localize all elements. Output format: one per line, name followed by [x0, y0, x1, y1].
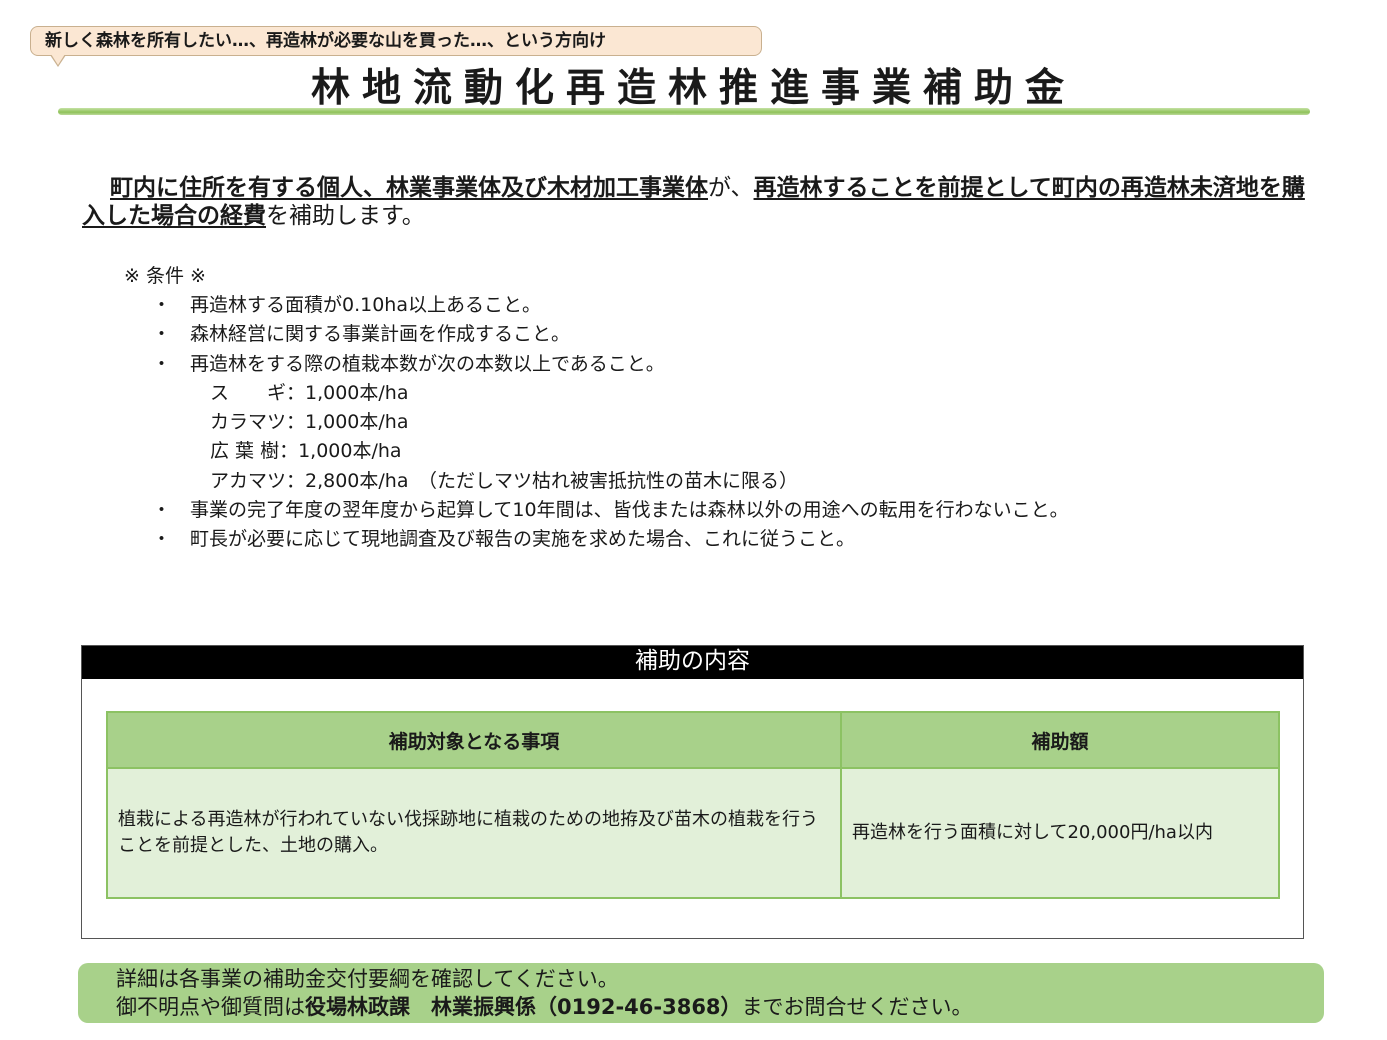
footer-contact-prefix: 御不明点や御質問は [116, 995, 305, 1019]
bullet-dot: ・ [152, 499, 172, 522]
species-text: アカマツ：2,800本/ha （ただしマツ枯れ被害抵抗性の苗木に限る） [210, 469, 798, 492]
table-header-row: 補助対象となる事項 補助額 [106, 711, 1280, 769]
bullet-dot: ・ [152, 294, 172, 316]
cell-amount: 再造林を行う面積に対して20,000円/ha以内 [840, 767, 1280, 899]
contact-office: 役場林政課 林業振興係（0192-46-3868） [305, 995, 742, 1019]
footer-line-details: 詳細は各事業の補助金交付要綱を確認してください。 [116, 967, 619, 991]
condition-text: 再造林する面積が0.10ha以上あること。 [190, 294, 541, 316]
condition-item: ・ 事業の完了年度の翌年度から起算して10年間は、皆伐または森林以外の用途への転… [124, 496, 1224, 525]
audience-callout: 新しく森林を所有したい…、再造林が必要な山を買った…、という方向け [30, 26, 762, 56]
footer-line-contact: 御不明点や御質問は役場林政課 林業振興係（0192-46-3868）までお問合せ… [78, 993, 1324, 1021]
cell-subject: 植栽による再造林が行われていない伐採跡地に植栽のための地拵及び苗木の植栽を行うこ… [106, 767, 842, 899]
condition-text: 町長が必要に応じて現地調査及び報告の実施を求めた場合、これに従うこと。 [190, 528, 856, 551]
conditions-section: ※ 条件 ※ ・ 再造林する面積が0.10ha以上あること。 ・ 森林経営に関す… [124, 262, 1224, 555]
intro-ending: を補助します。 [266, 203, 425, 229]
aid-content-panel: 補助の内容 補助対象となる事項 補助額 植栽による再造林が行われていない伐採跡地… [81, 645, 1304, 939]
contact-footer: 詳細は各事業の補助金交付要綱を確認してください。 御不明点や御質問は役場林政課 … [78, 963, 1324, 1023]
intro-paragraph: 町内に住所を有する個人、林業事業体及び木材加工事業体が、再造林することを前提とし… [82, 174, 1307, 230]
footer-contact-suffix: までお問合せください。 [741, 995, 973, 1019]
table-row: 植栽による再造林が行われていない伐採跡地に植栽のための地拵及び苗木の植栽を行うこ… [106, 767, 1280, 899]
condition-text: 事業の完了年度の翌年度から起算して10年間は、皆伐または森林以外の用途への転用を… [190, 499, 1069, 522]
species-requirement: ス ギ：1,000本/ha [124, 379, 1224, 408]
intro-connector: が、 [708, 175, 754, 201]
aid-table: 補助対象となる事項 補助額 植栽による再造林が行われていない伐採跡地に植栽のため… [106, 711, 1280, 899]
condition-item: ・ 町長が必要に応じて現地調査及び報告の実施を求めた場合、これに従うこと。 [124, 525, 1224, 554]
condition-text: 再造林をする際の植栽本数が次の本数以上であること。 [190, 352, 665, 375]
species-requirement: カラマツ：1,000本/ha [124, 408, 1224, 437]
condition-item: ・ 再造林する面積が0.10ha以上あること。 [124, 291, 1224, 320]
condition-text: 森林経営に関する事業計画を作成すること。 [190, 323, 571, 346]
bullet-dot: ・ [152, 528, 172, 551]
bullet-dot: ・ [152, 352, 172, 375]
condition-item: ・ 再造林をする際の植栽本数が次の本数以上であること。 [124, 350, 1224, 379]
condition-item: ・ 森林経営に関する事業計画を作成すること。 [124, 320, 1224, 349]
column-header-amount: 補助額 [840, 711, 1280, 769]
conditions-header: ※ 条件 ※ [124, 265, 206, 287]
eligible-applicants: 町内に住所を有する個人、林業事業体及び木材加工事業体 [110, 175, 708, 201]
title-underline [58, 108, 1310, 115]
species-text: カラマツ：1,000本/ha [210, 411, 409, 434]
species-text: 広 葉 樹：1,000本/ha [210, 440, 402, 463]
column-header-subject: 補助対象となる事項 [106, 711, 842, 769]
audience-callout-text: 新しく森林を所有したい…、再造林が必要な山を買った…、という方向け [45, 31, 606, 51]
bullet-dot: ・ [152, 323, 172, 346]
panel-header: 補助の内容 [82, 646, 1303, 679]
species-text: ス ギ：1,000本/ha [210, 381, 409, 404]
species-requirement: 広 葉 樹：1,000本/ha [124, 437, 1224, 466]
species-requirement: アカマツ：2,800本/ha （ただしマツ枯れ被害抵抗性の苗木に限る） [124, 467, 1224, 496]
